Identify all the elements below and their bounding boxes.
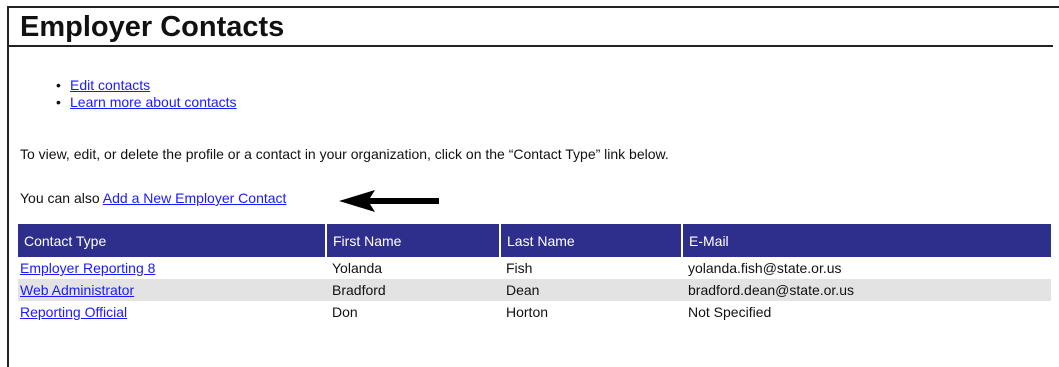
bullet: •	[56, 77, 61, 93]
add-contact-prefix: You can also	[20, 190, 103, 206]
email-cell: Not Specified	[688, 304, 772, 320]
learn-more-contacts-link[interactable]: Learn more about contacts	[70, 94, 237, 110]
contact-type-link[interactable]: Web Administrator	[20, 282, 134, 298]
title-divider	[9, 45, 1053, 47]
contact-type-cell: Reporting Official	[18, 301, 326, 323]
list-item: • Edit contacts	[56, 77, 237, 94]
table-row: Employer Reporting 8 Yolanda Fish yoland…	[18, 257, 1051, 279]
add-new-employer-contact-link[interactable]: Add a New Employer Contact	[103, 190, 287, 206]
edit-contacts-link[interactable]: Edit contacts	[70, 77, 150, 93]
contact-type-cell: Web Administrator	[18, 279, 326, 301]
bullet: •	[56, 94, 61, 110]
table-row: Reporting Official Don Horton Not Specif…	[18, 301, 1051, 323]
first-name-cell: Bradford	[326, 279, 500, 301]
contact-type-link[interactable]: Reporting Official	[20, 304, 127, 320]
last-name-cell: Horton	[506, 304, 549, 320]
column-header-email: E-Mail	[682, 224, 1051, 257]
email-cell: yolanda.fish@state.or.us	[688, 260, 842, 276]
contact-type-cell: Employer Reporting 8	[18, 257, 326, 279]
first-name-cell: Don	[332, 304, 358, 320]
first-name-cell: Yolanda	[332, 260, 383, 276]
table-header-row: Contact Type First Name Last Name E-Mail	[18, 224, 1051, 257]
add-contact-line: You can also Add a New Employer Contact	[20, 190, 286, 206]
table-row: Web Administrator Bradford Dean bradford…	[18, 279, 1051, 301]
last-name-cell: Dean	[500, 279, 682, 301]
contacts-table: Contact Type First Name Last Name E-Mail…	[18, 224, 1051, 323]
column-header-contact-type: Contact Type	[18, 224, 327, 257]
column-header-last-name: Last Name	[500, 224, 683, 257]
list-item: • Learn more about contacts	[56, 94, 237, 111]
email-cell: bradford.dean@state.or.us	[682, 279, 1051, 301]
action-links-list: • Edit contacts • Learn more about conta…	[56, 77, 237, 111]
contact-type-link[interactable]: Employer Reporting 8	[20, 260, 155, 276]
column-header-first-name: First Name	[326, 224, 501, 257]
left-arrow-icon	[339, 190, 439, 212]
last-name-cell: Fish	[506, 260, 533, 276]
intro-text: To view, edit, or delete the profile or …	[20, 146, 669, 162]
page-title: Employer Contacts	[20, 11, 285, 43]
